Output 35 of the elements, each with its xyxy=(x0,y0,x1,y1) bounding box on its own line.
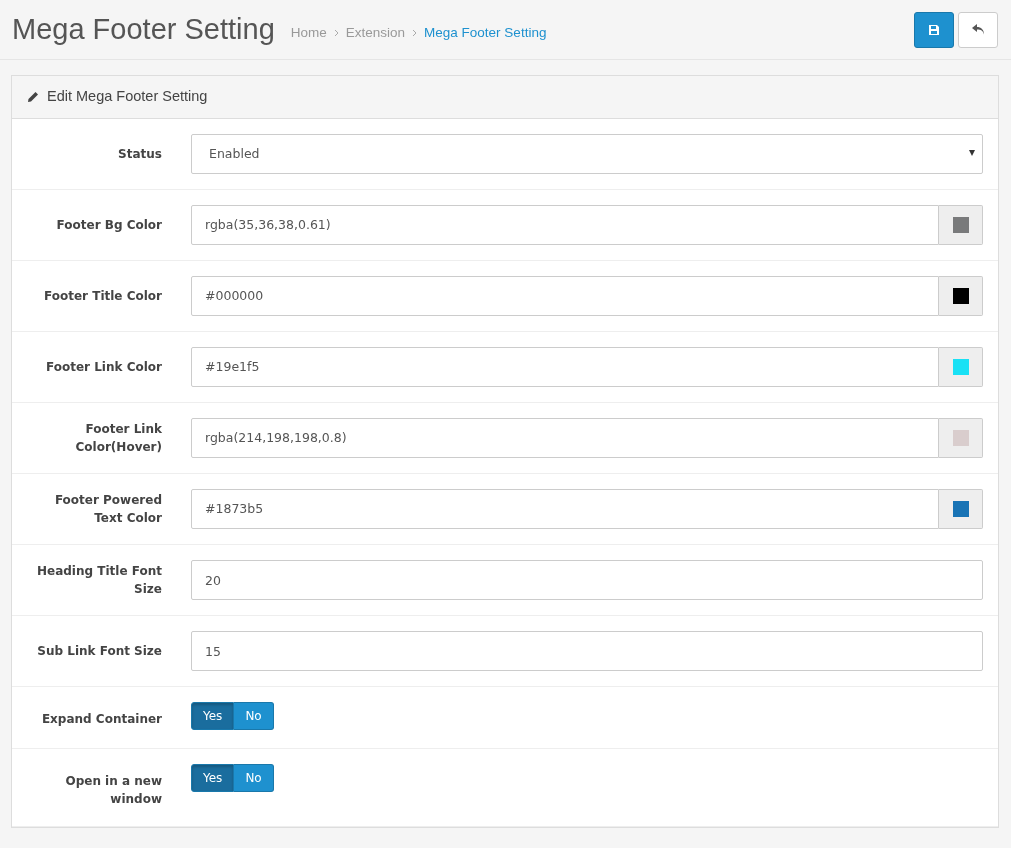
input-field[interactable]: 15 xyxy=(191,631,983,671)
field-label: Open in a new window xyxy=(64,773,162,808)
field-label: Footer Powered Text Color xyxy=(53,492,162,527)
status-dropdown[interactable]: Enabled xyxy=(191,134,983,174)
toggle-option[interactable]: Yes xyxy=(191,702,235,730)
color-field[interactable]: #19e1f5 xyxy=(191,347,939,387)
reply-arrow-icon xyxy=(971,24,985,35)
field-label: Status xyxy=(117,146,162,163)
field-label: Expand Container xyxy=(40,711,162,728)
save-button[interactable] xyxy=(914,11,954,48)
color-picker-button[interactable] xyxy=(939,205,983,245)
toggle-option[interactable]: Yes xyxy=(191,764,235,792)
panel-title: Edit Mega Footer Setting xyxy=(47,87,208,107)
chevron-icon xyxy=(412,29,418,38)
color-field[interactable]: #1873b5 xyxy=(191,489,939,529)
pencil-icon xyxy=(27,91,39,103)
color-field[interactable]: rgba(35,36,38,0.61) xyxy=(191,205,939,245)
color-picker-button[interactable] xyxy=(939,347,983,387)
page-title: Mega Footer Setting xyxy=(12,12,275,47)
color-picker-button[interactable] xyxy=(939,489,983,529)
field-label: Heading Title Font Size xyxy=(36,563,162,598)
field-label: Footer Link Color(Hover) xyxy=(74,421,162,456)
color-field[interactable]: #000000 xyxy=(191,276,939,316)
color-field[interactable]: rgba(214,198,198,0.8) xyxy=(191,418,939,458)
toggle-option[interactable]: No xyxy=(234,702,274,730)
color-picker-button[interactable] xyxy=(939,276,983,316)
field-label: Sub Link Font Size xyxy=(36,643,162,660)
toggle-option[interactable]: No xyxy=(234,764,274,792)
field-label: Footer Link Color xyxy=(45,359,162,376)
field-label: Footer Title Color xyxy=(43,288,162,305)
back-button[interactable] xyxy=(958,11,998,48)
field-label: Footer Bg Color xyxy=(55,217,162,234)
input-field[interactable]: 20 xyxy=(191,560,983,600)
color-picker-button[interactable] xyxy=(939,418,983,458)
chevron-icon xyxy=(333,29,339,38)
